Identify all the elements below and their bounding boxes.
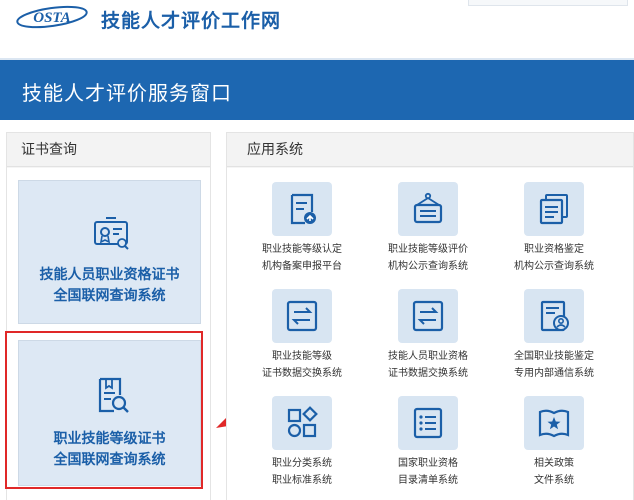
top-search-box[interactable] xyxy=(468,0,628,6)
app-label-line1: 技能人员职业资格 xyxy=(388,351,468,362)
app-tile[interactable] xyxy=(272,396,332,450)
app-label: 职业技能等级 证书数据交换系统 xyxy=(239,348,365,382)
app-label: 相关政策 文件系统 xyxy=(491,455,617,489)
app-label-line2: 专用内部通信系统 xyxy=(514,368,594,379)
svg-text:OSTA: OSTA xyxy=(33,10,71,26)
app-tile[interactable] xyxy=(398,289,458,343)
site-header: OSTA 技能人才评价工作网 xyxy=(0,0,634,44)
certificate-icon xyxy=(94,217,129,250)
app-label: 职业资格鉴定 机构公示查询系统 xyxy=(491,241,617,275)
app-tile[interactable] xyxy=(524,289,584,343)
list-icon xyxy=(413,407,443,439)
stacked-documents-icon xyxy=(539,194,568,225)
app-label: 职业技能等级评价 机构公示查询系统 xyxy=(365,241,491,275)
app-label: 技能人员职业资格 证书数据交换系统 xyxy=(365,348,491,382)
user-document-icon xyxy=(540,300,569,332)
annotation-highlight-box xyxy=(5,331,203,489)
upload-document-icon xyxy=(290,193,316,225)
exchange-icon xyxy=(412,300,444,332)
cert-card-line2: 全国联网查询系统 xyxy=(53,288,166,304)
app-label: 全国职业技能鉴定 专用内部通信系统 xyxy=(491,348,617,382)
app-label-line1: 国家职业资格 xyxy=(398,458,458,469)
app-label-line2: 文件系统 xyxy=(534,475,574,486)
app-label-line2: 证书数据交换系统 xyxy=(262,368,342,379)
osta-logo[interactable]: OSTA xyxy=(14,4,90,30)
app-label-line2: 机构备案申报平台 xyxy=(262,261,342,272)
vocational-qualification-cert-query-card[interactable]: 技能人员职业资格证书 全国联网查询系统 xyxy=(18,180,201,324)
app-label-line1: 相关政策 xyxy=(534,458,574,469)
app-label: 职业分类系统 职业标准系统 xyxy=(239,455,365,489)
app-label-line1: 职业技能等级评价 xyxy=(388,244,468,255)
app-label-line2: 职业标准系统 xyxy=(272,475,332,486)
application-systems-title: 应用系统 xyxy=(227,133,633,167)
banner-title: 技能人才评价服务窗口 xyxy=(22,81,232,105)
cert-query-title: 证书查询 xyxy=(7,133,210,167)
app-tile[interactable] xyxy=(398,182,458,236)
app-label-line1: 职业资格鉴定 xyxy=(524,244,584,255)
app-label-line2: 目录清单系统 xyxy=(398,475,458,486)
app-label-line1: 职业分类系统 xyxy=(272,458,332,469)
page-banner: 技能人才评价服务窗口 xyxy=(0,58,634,120)
app-tile[interactable] xyxy=(524,396,584,450)
app-tile[interactable] xyxy=(272,289,332,343)
category-grid-icon xyxy=(287,406,318,438)
app-tile[interactable] xyxy=(398,396,458,450)
application-systems-panel: 应用系统 职业技能等级认定 机构备案申报平台 职业技能等级评价 机构公示查询系统… xyxy=(226,132,634,500)
app-label-line1: 职业技能等级 xyxy=(272,351,332,362)
app-label: 国家职业资格 目录清单系统 xyxy=(365,455,491,489)
app-label-line2: 机构公示查询系统 xyxy=(388,261,468,272)
policy-book-icon xyxy=(538,409,570,438)
cert-card-line1: 技能人员职业资格证书 xyxy=(39,267,180,283)
app-label-line2: 证书数据交换系统 xyxy=(388,368,468,379)
app-label-line1: 全国职业技能鉴定 xyxy=(514,351,594,362)
app-tile[interactable] xyxy=(272,182,332,236)
app-tile[interactable] xyxy=(524,182,584,236)
application-systems-body: 职业技能等级认定 机构备案申报平台 职业技能等级评价 机构公示查询系统 职业资格… xyxy=(227,168,633,500)
app-label-line2: 机构公示查询系统 xyxy=(514,261,594,272)
exchange-icon xyxy=(286,300,318,332)
app-label: 职业技能等级认定 机构备案申报平台 xyxy=(239,241,365,275)
hanging-sign-icon xyxy=(413,192,443,224)
cert-card-label: 技能人员职业资格证书 全国联网查询系统 xyxy=(19,265,200,307)
site-title[interactable]: 技能人才评价工作网 xyxy=(101,6,281,33)
app-label-line1: 职业技能等级认定 xyxy=(262,244,342,255)
